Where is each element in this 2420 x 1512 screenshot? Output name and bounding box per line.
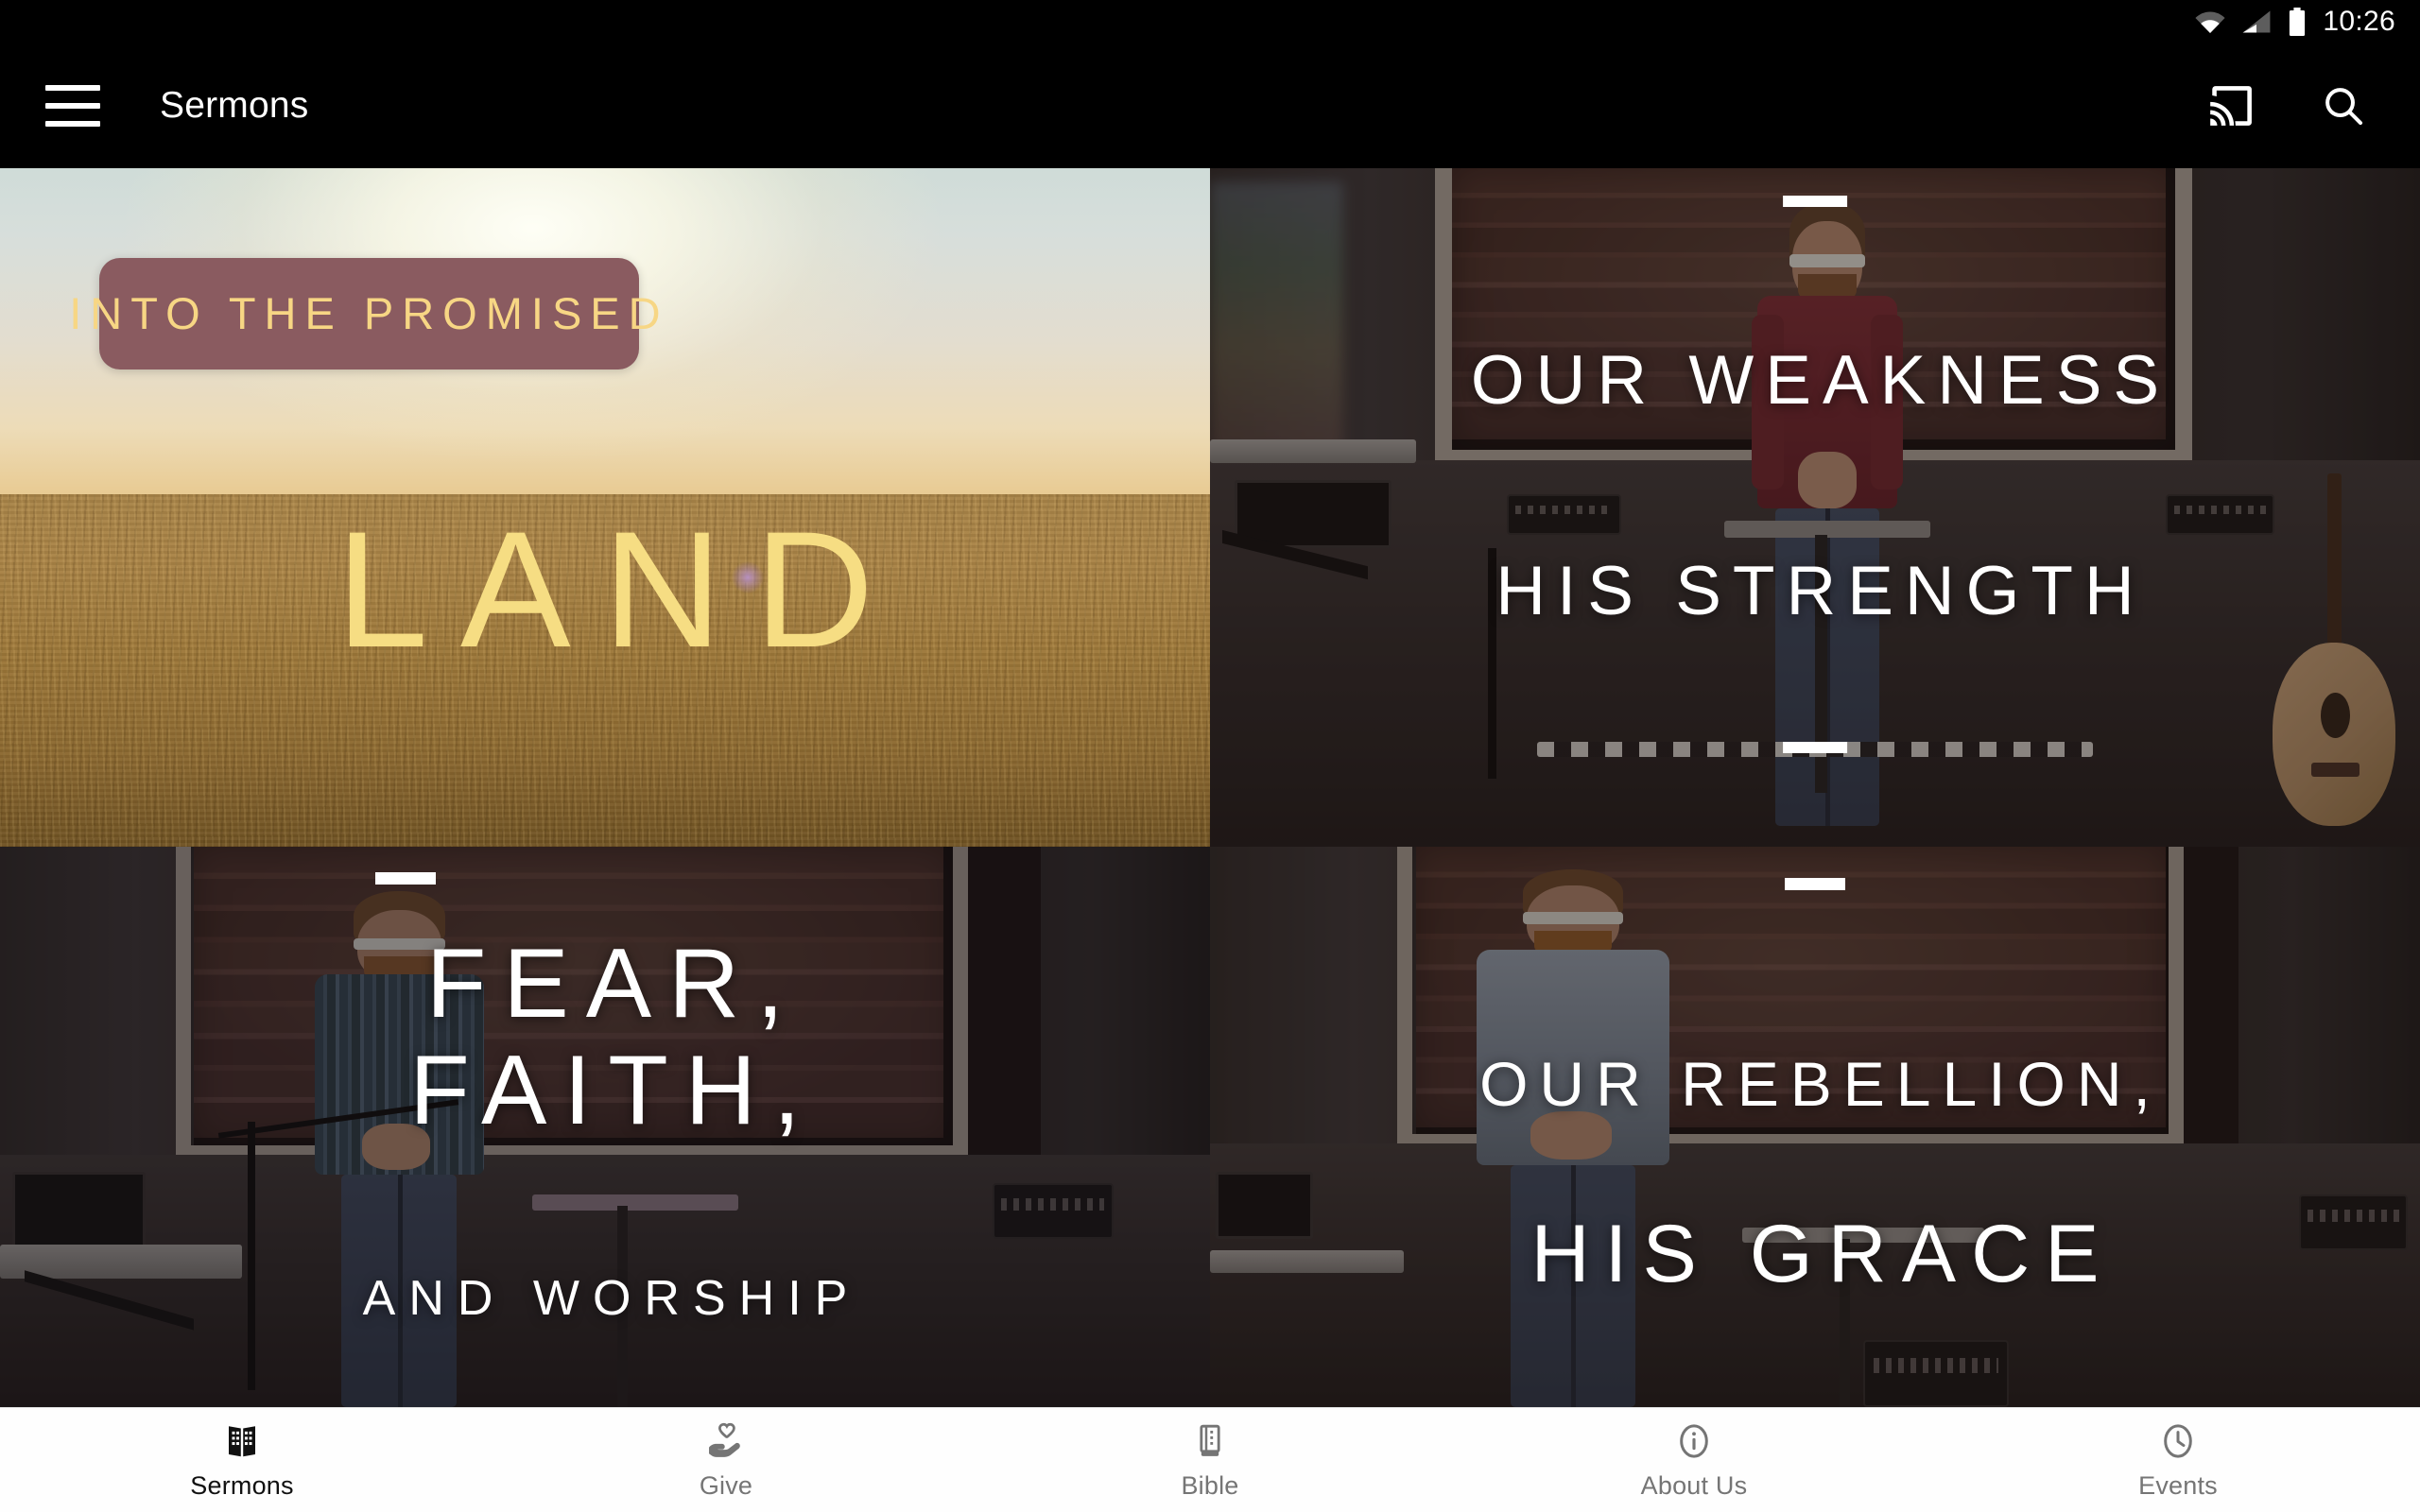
sermon-banner-text: INTO THE PROMISED (69, 288, 669, 339)
wifi-icon (2194, 9, 2226, 34)
sermon-title-line2: HIS GRACE (1530, 1209, 2115, 1300)
app-bar: Sermons (0, 43, 2420, 168)
sermon-title-line3: AND WORSHIP (362, 1270, 861, 1326)
sermon-thumbnail: INTO THE PROMISED LAND (0, 168, 1210, 847)
sermon-grid: INTO THE PROMISED LAND OUR WEAKNESS HIS … (0, 168, 2420, 1407)
sermon-thumbnail: OUR REBELLION, HIS GRACE (1210, 847, 2420, 1407)
bible-book-icon (1191, 1419, 1229, 1463)
cellular-signal-icon (2241, 9, 2272, 34)
hamburger-menu-icon[interactable] (45, 85, 100, 127)
search-icon[interactable] (2318, 80, 2369, 131)
title-divider-top (374, 871, 436, 885)
title-divider-top (1783, 195, 1847, 207)
nav-item-sermons[interactable]: Sermons (0, 1408, 484, 1512)
sermon-card[interactable]: INTO THE PROMISED LAND (0, 168, 1210, 847)
title-divider-bottom (1783, 741, 1847, 753)
nav-item-give[interactable]: Give (484, 1408, 968, 1512)
sermon-series-banner: INTO THE PROMISED (69, 257, 661, 369)
sermon-card[interactable]: OUR WEAKNESS HIS STRENGTH (1210, 168, 2420, 847)
nav-label-bible: Bible (1181, 1471, 1239, 1500)
battery-icon (2287, 8, 2308, 36)
sermon-card[interactable]: OUR REBELLION, HIS GRACE (1210, 847, 2420, 1407)
bottom-navigation-bar: Sermons Give Bible About Us Events (0, 1407, 2420, 1512)
clock-icon (2158, 1419, 2198, 1463)
sermon-title-line1: OUR WEAKNESS (1470, 342, 2171, 420)
sermon-card[interactable]: FEAR, FAITH, AND WORSHIP (0, 847, 1210, 1407)
sermon-title-line1: OUR REBELLION, (1479, 1049, 2162, 1120)
title-divider-top (1785, 877, 1845, 890)
nav-label-events: Events (2138, 1471, 2218, 1500)
sermon-title-line2: FAITH, (409, 1035, 818, 1145)
open-book-icon (222, 1419, 262, 1463)
sermons-app-screen: 10:26 Sermons INTO THE PROMISED LAND OUR… (0, 0, 2420, 1512)
nav-label-about-us: About Us (1640, 1471, 1748, 1500)
nav-item-events[interactable]: Events (1936, 1408, 2420, 1512)
status-bar-clock: 10:26 (2323, 6, 2395, 37)
sermon-thumbnail: OUR WEAKNESS HIS STRENGTH (1210, 168, 2420, 847)
cast-icon[interactable] (2204, 80, 2256, 131)
hand-holding-heart-icon (705, 1419, 747, 1463)
sermon-thumbnail: FEAR, FAITH, AND WORSHIP (0, 847, 1210, 1407)
page-title: Sermons (160, 85, 309, 126)
image-overlay-dim (1210, 847, 2420, 1407)
status-bar: 10:26 (0, 0, 2420, 43)
nav-label-give: Give (699, 1471, 753, 1500)
sermon-title-line1: FEAR, (425, 928, 802, 1039)
sermon-title: LAND (336, 498, 907, 682)
info-circle-icon (1674, 1419, 1714, 1463)
nav-item-bible[interactable]: Bible (968, 1408, 1452, 1512)
nav-label-sermons: Sermons (190, 1471, 294, 1500)
sermon-title-line2: HIS STRENGTH (1495, 552, 2146, 629)
nav-item-about-us[interactable]: About Us (1452, 1408, 1936, 1512)
app-bar-actions (2204, 80, 2369, 131)
